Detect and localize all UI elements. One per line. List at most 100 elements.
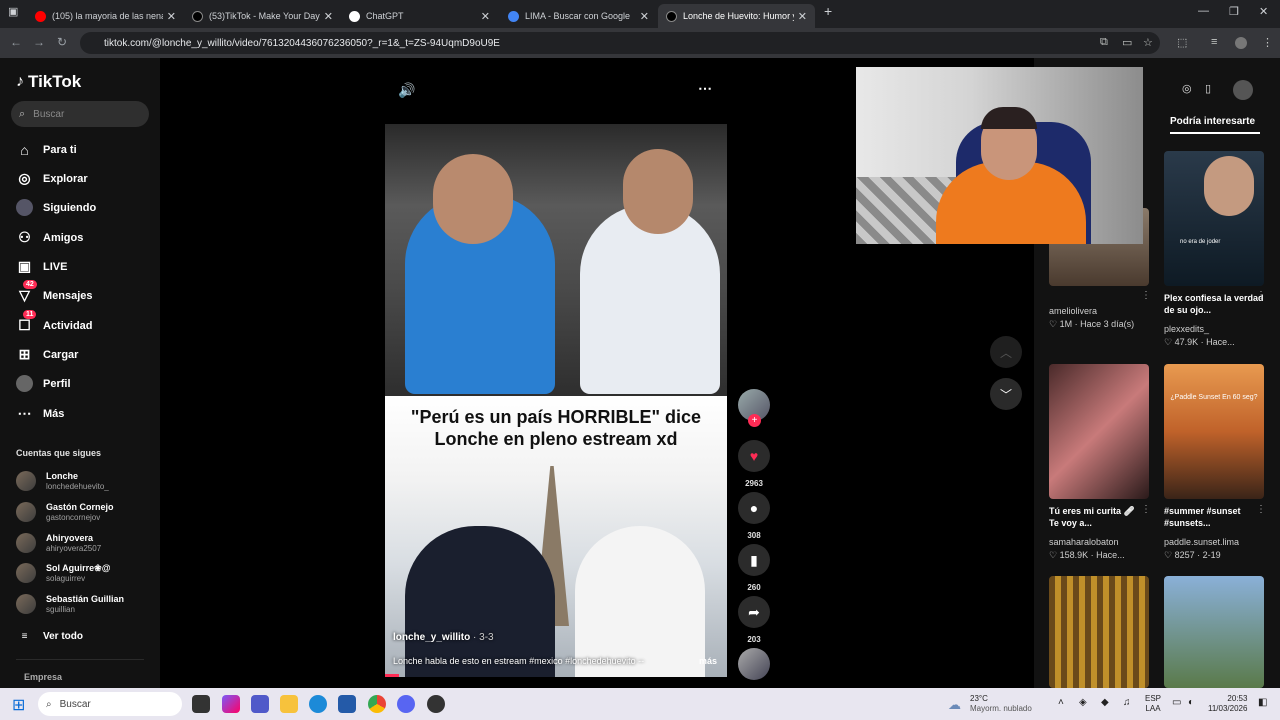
sidebar-item-explorar[interactable]: ◎ Explorar [16,170,87,187]
obs-icon[interactable] [427,695,445,713]
company-link[interactable]: Empresa [24,672,62,682]
follow-plus-icon[interactable]: + [748,414,761,427]
sidebar-item-mensajes[interactable]: ▽ 42 Mensajes [16,280,93,304]
sound-disc-button[interactable] [738,648,770,680]
video-username[interactable]: plexxedits_ [1164,324,1209,334]
taskbar-search[interactable]: ⌕ Buscar [38,692,182,716]
extensions-icon[interactable]: ⬚ [1177,36,1187,49]
creator-avatar-button[interactable]: + [738,389,770,427]
video-player[interactable]: "Perú es un país HORRIBLE" dice Lonche e… [385,124,727,677]
video-title[interactable]: Tú eres mi curita 🩹 Te voy a... [1049,505,1139,529]
previous-video-button[interactable]: ︿ [990,336,1022,368]
forward-icon[interactable]: → [33,35,45,49]
maximize-icon[interactable]: ❐ [1229,5,1239,18]
language-indicator[interactable]: ESP LAA [1145,694,1161,714]
comment-button[interactable]: ● 308 [738,492,770,540]
url-field[interactable]: tiktok.com/@lonche_y_willito/video/76132… [80,32,1160,54]
more-options-icon[interactable]: ⋮ [1141,290,1151,301]
tiktok-logo[interactable]: ♪ TikTok [16,72,81,92]
sidebar-item-cargar[interactable]: ⊞ Cargar [16,346,79,363]
minimize-icon[interactable]: — [1198,5,1209,17]
close-icon[interactable]: ✕ [640,10,649,23]
close-icon[interactable]: ✕ [798,10,807,23]
menu-kebab-icon[interactable]: ⋮ [1262,36,1273,49]
bookmark-star-icon[interactable]: ☆ [1143,36,1153,49]
sidebar-item-siguiendo[interactable]: Siguiendo [16,199,96,216]
video-title[interactable]: Plex confiesa la verdad de su ojo... [1164,292,1264,316]
sidebar-item-perfil[interactable]: Perfil [16,375,71,392]
following-account[interactable]: Ahiryovera ahiryovera2507 [16,533,101,553]
file-explorer-icon[interactable] [280,695,298,713]
video-author-line[interactable]: lonche_y_willito · 3-3 [393,632,494,643]
video-username[interactable]: ameliolivera [1049,306,1097,316]
discord-icon[interactable] [397,695,415,713]
sidebar-item-mas[interactable]: ⋯ Más [16,405,65,422]
browser-tab[interactable]: ChatGPT ✕ [341,4,498,28]
chevron-up-icon[interactable]: ˄ [1058,697,1064,708]
video-title[interactable]: #summer #sunset #sunsets... [1164,505,1264,529]
network-icon[interactable]: ▭ [1172,697,1181,708]
device-icon[interactable]: ▯ [1205,82,1211,95]
close-icon[interactable]: ✕ [167,10,176,23]
following-account[interactable]: Gastón Cornejo gastoncornejov [16,502,114,522]
compass-icon[interactable]: ◎ [1182,82,1192,95]
sidebar-item-actividad[interactable]: ☐ 11 Actividad [16,310,93,334]
video-thumbnail[interactable]: no era de joder [1164,151,1264,286]
browser-tab[interactable]: (105) la mayoria de las nena lin ✕ [27,4,184,28]
store-icon[interactable] [338,695,356,713]
video-author[interactable]: lonche_y_willito [393,632,470,643]
browser-tab-active[interactable]: Lonche de Huevito: Humor y C ✕ [658,4,815,28]
more-options-icon[interactable]: ⋮ [1256,290,1266,301]
video-thumbnail[interactable] [1049,364,1149,499]
microphone-icon[interactable]: ♫ [1123,697,1131,708]
following-account[interactable]: Sebastián Guillian sguillian [16,594,124,614]
back-icon[interactable]: ← [10,35,22,49]
windows-start-icon[interactable]: ⊞ [12,695,25,715]
see-all-link[interactable]: ≡ Ver todo [16,628,83,645]
like-button[interactable]: ♥ 2963 [738,440,770,488]
profile-avatar[interactable] [1233,80,1253,100]
profile-avatar[interactable] [1235,37,1247,49]
following-account[interactable]: Sol Aguirre❀@ solaguirrev [16,563,111,583]
video-username[interactable]: paddle.sunset.lima [1164,537,1239,547]
translate-icon[interactable]: ⧉ [1100,36,1108,49]
search-input[interactable]: ⌕ Buscar [11,101,149,127]
sidebar-item-live[interactable]: ▣ LIVE [16,258,68,275]
tray-icon[interactable]: ◈ [1079,697,1087,708]
following-account[interactable]: Lonche lonchedehuevito_ [16,471,109,491]
more-options-icon[interactable]: ⋮ [1141,504,1151,515]
close-icon[interactable]: ✕ [481,10,490,23]
tab-list-icon[interactable]: ▣ [8,5,18,18]
volume-icon[interactable]: ◐ [1188,697,1194,708]
more-description-button[interactable]: más [699,656,717,666]
window-close-icon[interactable]: ✕ [1259,5,1268,18]
notification-bell-icon[interactable]: ◧ [1258,697,1267,708]
new-tab-icon[interactable]: + [824,3,832,19]
task-view-icon[interactable] [192,695,210,713]
video-thumbnail[interactable]: ¿Paddle Sunset En 60 seg? [1164,364,1264,499]
progress-bar[interactable] [385,674,399,677]
save-button[interactable]: ▮ 260 [738,544,770,592]
clock[interactable]: 20:53 11/03/2026 [1208,694,1247,714]
video-thumbnail[interactable] [1049,576,1149,688]
edge-icon[interactable] [309,695,327,713]
volume-icon[interactable]: 🔊 [398,82,415,99]
tab-recommended[interactable]: Podría interesarte [1170,116,1255,127]
browser-tab[interactable]: (53)TikTok - Make Your Day ✕ [184,4,341,28]
teams-icon[interactable] [251,695,269,713]
video-username[interactable]: samaharalobaton [1049,537,1119,547]
sidebar-item-amigos[interactable]: ⚇ Amigos [16,229,83,246]
reload-icon[interactable]: ↻ [57,35,67,49]
share-button[interactable]: ➦ 203 [738,596,770,644]
cast-icon[interactable]: ▭ [1122,36,1132,49]
more-options-icon[interactable]: ⋮ [1256,504,1266,515]
next-video-button[interactable]: ﹀ [990,378,1022,410]
sidebar-item-para-ti[interactable]: ⌂ Para ti [16,141,76,158]
tray-icon[interactable]: ◆ [1101,697,1109,708]
weather-widget[interactable]: 23°C Mayorm. nublado [970,694,1032,714]
chrome-icon[interactable] [368,695,386,713]
more-options-icon[interactable]: ⋯ [698,80,712,97]
media-icon[interactable]: ≡ [1211,36,1217,48]
close-icon[interactable]: ✕ [324,10,333,23]
video-thumbnail[interactable] [1164,576,1264,688]
